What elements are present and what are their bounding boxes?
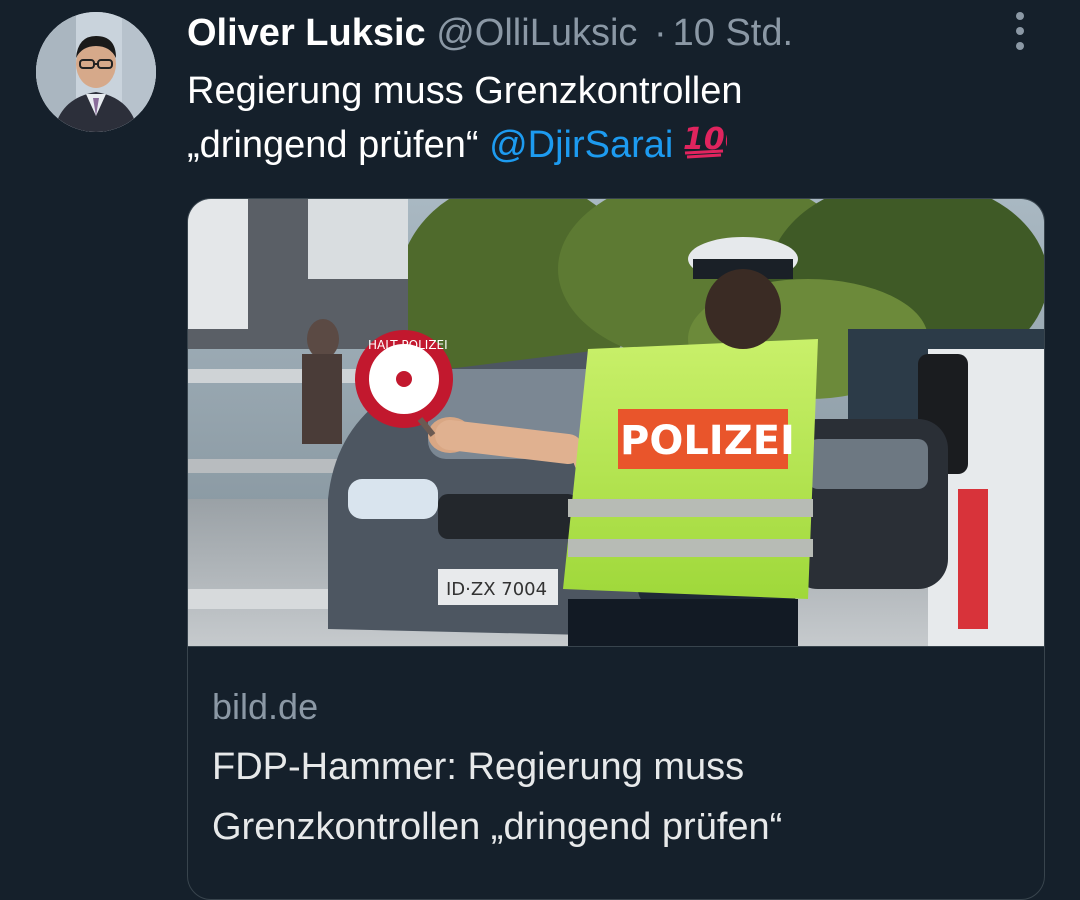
tweet-text-line2: „dringend prüfen“ — [187, 124, 479, 166]
avatar-photo — [36, 12, 156, 132]
author-name[interactable]: Oliver Luksic — [187, 12, 426, 54]
tweet-text-line1: Regierung muss Grenzkontrollen — [187, 70, 743, 112]
avatar[interactable] — [36, 12, 156, 132]
more-vertical-icon-dot — [1016, 27, 1024, 35]
author-handle[interactable]: @OlliLuksic — [436, 12, 637, 54]
timestamp[interactable]: 10 Std. — [673, 12, 793, 54]
card-divider — [188, 646, 1044, 647]
mention-link[interactable]: @DjirSarai — [489, 124, 673, 166]
paddle-text: HALT POLIZEI — [368, 338, 448, 352]
card-title: FDP-Hammer: Regierung muss Grenzkontroll… — [212, 746, 783, 848]
tweet-text: Regierung muss Grenzkontrollen „dringend… — [187, 64, 1037, 174]
more-options-button[interactable] — [1000, 6, 1040, 56]
separator-dot: · — [653, 12, 667, 54]
card-image: ID·ZX 7004 POLIZEI HALT POLIZEI — [188, 199, 1044, 646]
vest-text: POLIZEI — [620, 418, 795, 464]
more-vertical-icon-dot — [1016, 42, 1024, 50]
hundred-points-emoji-icon: 100 — [681, 119, 746, 174]
link-preview-card[interactable]: ID·ZX 7004 POLIZEI HALT POLIZEI bild.de … — [187, 198, 1045, 900]
license-plate: ID·ZX 7004 — [446, 579, 547, 600]
more-vertical-icon — [1016, 12, 1024, 20]
card-domain: bild.de — [212, 686, 319, 727]
tweet-header: Oliver Luksic @OlliLuksic · 10 Std. — [187, 10, 1000, 56]
